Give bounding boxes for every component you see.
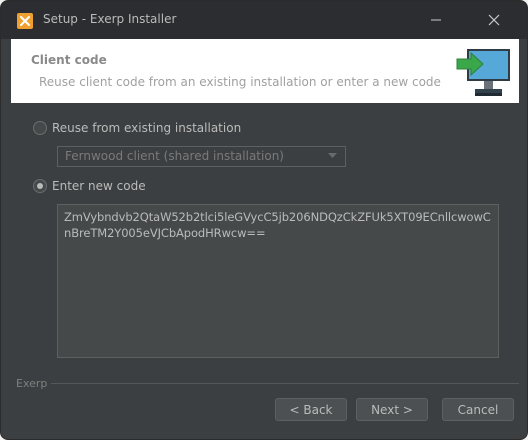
reuse-label: Reuse from existing installation <box>52 121 242 135</box>
title-bar: Setup - Exerp Installer <box>1 1 527 39</box>
installer-window: Setup - Exerp Installer Client code Reus… <box>0 0 528 440</box>
next-button[interactable]: Next > <box>356 398 428 421</box>
installation-select-value: Fernwood client (shared installation) <box>65 149 284 163</box>
reuse-radio[interactable] <box>33 121 47 135</box>
wizard-header: Client code Reuse client code from an ex… <box>11 39 519 103</box>
back-button[interactable]: < Back <box>275 398 347 421</box>
page-subtitle: Reuse client code from an existing insta… <box>39 75 441 89</box>
page-title: Client code <box>31 53 107 67</box>
computer-arrow-icon <box>456 49 510 96</box>
brand-label: Exerp <box>16 377 48 390</box>
app-icon <box>17 13 33 29</box>
close-button[interactable] <box>471 1 517 39</box>
new-code-option[interactable]: Enter new code <box>33 179 146 193</box>
footer-divider <box>51 383 519 384</box>
reuse-option[interactable]: Reuse from existing installation <box>33 121 241 135</box>
minimize-icon <box>431 19 441 21</box>
minimize-button[interactable] <box>413 1 459 39</box>
installation-select[interactable]: Fernwood client (shared installation) <box>57 146 346 167</box>
close-icon <box>488 14 500 26</box>
chevron-down-icon <box>328 153 337 158</box>
new-code-label: Enter new code <box>52 179 146 193</box>
cancel-button[interactable]: Cancel <box>442 398 514 421</box>
client-code-textarea[interactable]: ZmVybndvb2QtaW52b2tlci5leGVycC5jb206NDQz… <box>57 204 499 358</box>
window-title: Setup - Exerp Installer <box>43 12 177 26</box>
new-code-radio[interactable] <box>33 179 47 193</box>
